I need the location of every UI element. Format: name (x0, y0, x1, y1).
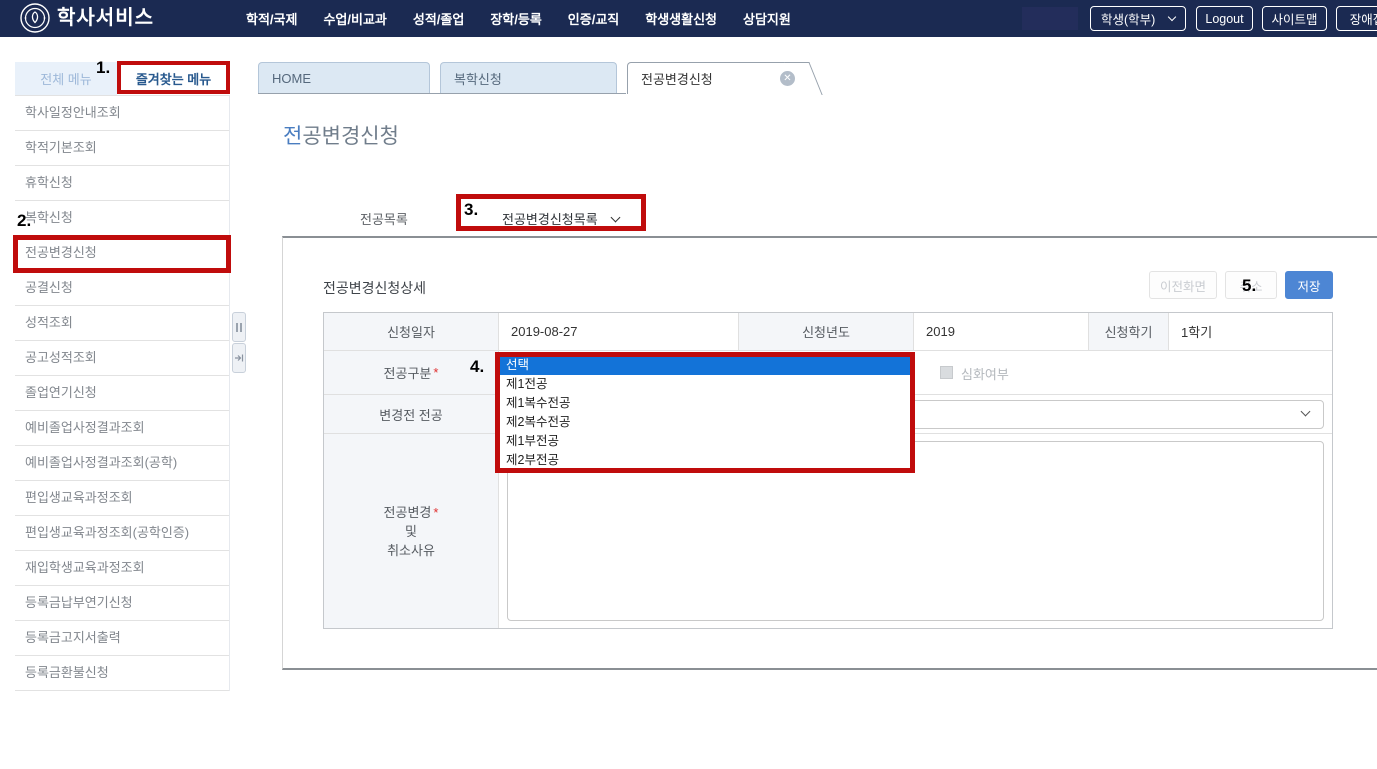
reason-label: 전공변경* 및 취소사유 (324, 434, 499, 628)
apply-date-value: 2019-08-27 (499, 313, 739, 350)
sidebar-menu-item[interactable]: 학사일정안내조회 (15, 96, 229, 131)
tab-close-icon[interactable]: ✕ (780, 71, 795, 86)
global-nav-item[interactable]: 상담지원 (743, 9, 791, 28)
dropdown-option[interactable]: 제2부전공 (500, 451, 912, 470)
section-major-list-label[interactable]: 전공목록 (360, 209, 408, 228)
intensive-checkbox[interactable] (940, 366, 953, 379)
logout-button[interactable]: Logout (1196, 6, 1253, 31)
detail-section-title: 전공변경신청상세 (323, 278, 426, 298)
required-asterisk: * (433, 505, 438, 520)
page-title: 전공변경신청 (283, 120, 399, 150)
dropdown-option[interactable]: 제2복수전공 (500, 413, 912, 432)
section-view-select[interactable]: 전공변경신청목록 (502, 209, 619, 228)
required-asterisk: * (433, 365, 438, 380)
app-window: 학사서비스 학적/국제 수업/비교과 성적/졸업 장학/등록 인증/교직 학생생활신청 상담… (0, 0, 1377, 769)
sidebar-menu-item[interactable]: 전공변경신청 (15, 236, 229, 271)
sidebar-menu-item[interactable]: 재입학생교육과정조회 (15, 551, 229, 586)
sidebar-menu-item[interactable]: 복학신청 (15, 201, 229, 236)
global-nav-item[interactable]: 성적/졸업 (413, 9, 464, 28)
content-tab-label: 전공변경신청 (641, 69, 713, 88)
section-view-select-label: 전공변경신청목록 (502, 209, 598, 228)
chevron-down-icon (610, 212, 620, 222)
annotation-number-2: 2. (17, 211, 31, 231)
sidebar: 전체 메뉴 즐겨찾는 메뉴 학사일정안내조회학적기본조회휴학신청복학신청전공변경… (15, 62, 230, 691)
app-title: 학사서비스 (57, 0, 154, 37)
global-nav-item[interactable]: 학생생활신청 (645, 9, 717, 28)
detail-action-buttons: 이전화면 취소 저장 (867, 271, 1333, 299)
dropdown-option[interactable]: 제1부전공 (500, 432, 912, 451)
sidebar-menu-item[interactable]: 공고성적조회 (15, 341, 229, 376)
global-nav-item[interactable]: 수업/비교과 (323, 9, 386, 28)
sidebar-menu-item[interactable]: 편입생교육과정조회(공학인증) (15, 516, 229, 551)
university-seal-logo-icon (20, 3, 50, 38)
sitemap-button[interactable]: 사이트맵 (1262, 6, 1327, 31)
splitter-handle-button[interactable] (232, 312, 246, 342)
content-tab[interactable]: 복학신청 ✕ (440, 62, 617, 94)
chevron-down-icon (1168, 13, 1176, 21)
sidebar-menu-item[interactable]: 등록금고지서출력 (15, 621, 229, 656)
save-button[interactable]: 저장 (1285, 271, 1333, 299)
chevron-down-icon (1301, 407, 1311, 417)
annotation-number-4: 4. (470, 357, 484, 377)
sidebar-menu-item[interactable]: 편입생교육과정조회 (15, 481, 229, 516)
sidebar-menu-item[interactable]: 졸업연기신청 (15, 376, 229, 411)
tabbar-underline (258, 93, 626, 94)
apply-term-value: 1학기 (1169, 313, 1332, 350)
sidebar-menu-item[interactable]: 등록금환불신청 (15, 656, 229, 691)
dropdown-option[interactable]: 제1복수전공 (500, 394, 912, 413)
apply-year-label: 신청년도 (739, 313, 914, 350)
role-select[interactable]: 학생(학부) (1090, 6, 1186, 31)
global-nav-item[interactable]: 학적/국제 (246, 9, 297, 28)
annotation-number-5: 5. (1242, 276, 1256, 296)
apply-date-label: 신청일자 (324, 313, 499, 350)
form-row-apply-info: 신청일자 2019-08-27 신청년도 2019 신청학기 1학기 (324, 313, 1332, 351)
dropdown-option[interactable]: 선택 (500, 356, 912, 375)
grip-icon (236, 323, 242, 332)
sidebar-menu-item[interactable]: 휴학신청 (15, 166, 229, 201)
user-name-redacted (1022, 7, 1078, 30)
sidebar-menu-item[interactable]: 성적조회 (15, 306, 229, 341)
global-nav-item[interactable]: 인증/교직 (568, 9, 619, 28)
major-type-dropdown-list: 선택제1전공제1복수전공제2복수전공제1부전공제2부전공 (499, 355, 913, 471)
sidebar-menu-item[interactable]: 예비졸업사정결과조회 (15, 411, 229, 446)
apply-year-value: 2019 (914, 313, 1089, 350)
sidebar-menu-item[interactable]: 예비졸업사정결과조회(공학) (15, 446, 229, 481)
sidebar-menu-item[interactable]: 공결신청 (15, 271, 229, 306)
sidebar-tabs: 전체 메뉴 즐겨찾는 메뉴 (15, 62, 230, 95)
content-tab-label: HOME (272, 71, 311, 86)
sidebar-menu-item[interactable]: 학적기본조회 (15, 131, 229, 166)
accessibility-button[interactable]: 장애접 (1336, 6, 1377, 31)
content-tab[interactable]: 전공변경신청 ✕ (627, 62, 802, 94)
previous-screen-button[interactable]: 이전화면 (1149, 271, 1217, 299)
global-nav-item[interactable]: 장학/등록 (490, 9, 541, 28)
dropdown-option[interactable]: 제1전공 (500, 375, 912, 394)
content-tabbar: HOME ✕ 복학신청 ✕ 전공변경신청 ✕ (258, 62, 802, 94)
annotation-number-1: 1. (96, 58, 110, 78)
apply-term-label: 신청학기 (1089, 313, 1169, 350)
annotation-number-3: 3. (464, 200, 478, 220)
intensive-checkbox-label: 심화여부 (961, 364, 1009, 383)
sidebar-tab-favorites-menu[interactable]: 즐겨찾는 메뉴 (117, 62, 230, 95)
role-select-label: 학생(학부) (1101, 9, 1155, 28)
arrow-to-bar-icon (234, 353, 244, 363)
sidebar-collapse-button[interactable] (232, 343, 246, 373)
content-tab-label: 복학신청 (454, 69, 502, 88)
top-header-bar: 학사서비스 학적/국제 수업/비교과 성적/졸업 장학/등록 인증/교직 학생생활신청 상담… (0, 0, 1377, 37)
page-title-accent: 전 (283, 125, 302, 148)
content-tab[interactable]: HOME ✕ (258, 62, 430, 94)
sidebar-menu-item[interactable]: 등록금납부연기신청 (15, 586, 229, 621)
before-major-label: 변경전 전공 (324, 395, 499, 433)
sidebar-menu-list: 학사일정안내조회학적기본조회휴학신청복학신청전공변경신청공결신청성적조회공고성적… (15, 95, 230, 691)
global-nav: 학적/국제 수업/비교과 성적/졸업 장학/등록 인증/교직 학생생활신청 상담지원 (246, 0, 791, 37)
